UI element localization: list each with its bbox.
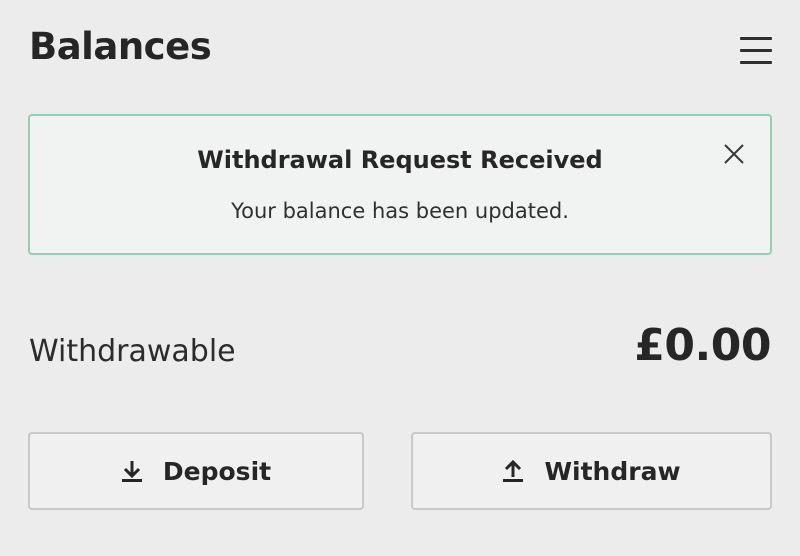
- header: Balances: [0, 0, 800, 100]
- download-icon: [121, 459, 143, 483]
- upload-icon: [502, 459, 524, 483]
- close-icon[interactable]: [720, 140, 748, 168]
- menu-bar: [740, 61, 772, 64]
- withdraw-button-label: Withdraw: [544, 456, 681, 486]
- menu-bar: [740, 37, 772, 40]
- withdrawable-amount: £0.00: [634, 320, 771, 371]
- withdraw-button[interactable]: Withdraw: [411, 432, 772, 510]
- deposit-button-label: Deposit: [162, 456, 272, 486]
- withdrawable-label: Withdrawable: [29, 334, 236, 369]
- notification-message: Your balance has been updated.: [231, 199, 569, 223]
- notification-title: Withdrawal Request Received: [197, 146, 603, 174]
- menu-bar: [740, 49, 772, 52]
- hamburger-menu-icon[interactable]: [736, 30, 778, 70]
- page-title: Balances: [29, 25, 212, 68]
- deposit-button[interactable]: Deposit: [28, 432, 364, 510]
- withdrawal-notification: Withdrawal Request Received Your balance…: [28, 114, 772, 255]
